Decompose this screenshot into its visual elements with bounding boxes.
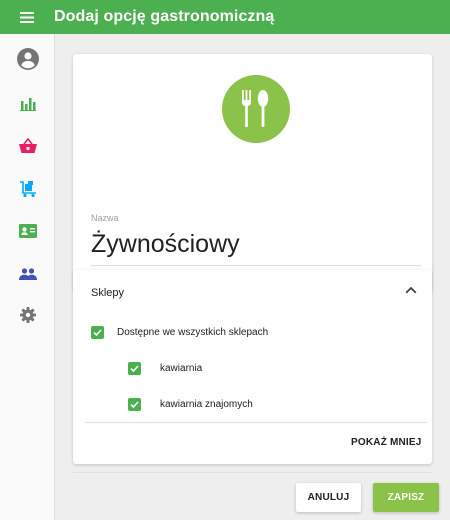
shop-label: kawiarnia <box>160 363 203 374</box>
option-icon-button[interactable] <box>222 75 290 143</box>
all-shops-label: Dostępne we wszystkich sklepach <box>117 327 269 338</box>
main-content: Nazwa Żywnościowy Sklepy Dostępne we wsz… <box>55 34 450 520</box>
sidebar-item-contacts[interactable] <box>0 213 55 249</box>
luggage-cart-icon <box>19 181 36 198</box>
footer-divider <box>73 472 432 473</box>
name-field-label: Nazwa <box>91 213 119 223</box>
shops-card: Sklepy Dostępne we wszystkich sklepach k… <box>73 270 432 464</box>
sidebar-item-statistics[interactable] <box>0 85 55 121</box>
check-icon <box>130 401 139 408</box>
shop-row: kawiarnia znajomych <box>128 398 253 411</box>
shop-checkbox[interactable] <box>128 362 141 375</box>
check-icon <box>130 365 139 372</box>
shops-section-header[interactable]: Sklepy <box>73 270 432 314</box>
chevron-up-icon <box>405 286 417 294</box>
shopping-basket-icon <box>18 138 37 153</box>
app-bar: Dodaj opcję gastronomiczną <box>0 0 450 34</box>
option-details-card: Nazwa Żywnościowy <box>73 54 432 291</box>
shop-checkbox[interactable] <box>128 398 141 411</box>
show-less-button[interactable]: POKAŻ MNIEJ <box>351 437 422 448</box>
name-field-underline <box>91 265 421 266</box>
name-field[interactable]: Żywnościowy <box>91 230 421 260</box>
food-cutlery-icon <box>242 90 269 127</box>
sidebar-item-orders[interactable] <box>0 128 55 164</box>
save-button[interactable]: ZAPISZ <box>373 483 439 512</box>
shop-row: kawiarnia <box>128 362 202 375</box>
check-icon <box>93 329 102 336</box>
menu-button[interactable] <box>0 0 54 34</box>
sidebar-item-account[interactable] <box>0 41 55 77</box>
contact-card-icon <box>18 224 37 238</box>
all-shops-row: Dostępne we wszystkich sklepach <box>91 326 268 339</box>
people-icon <box>18 268 37 280</box>
menu-icon <box>20 11 34 23</box>
shop-label: kawiarnia znajomych <box>160 399 253 410</box>
sidebar <box>0 34 55 520</box>
sidebar-item-settings[interactable] <box>0 297 55 333</box>
account-circle-icon <box>16 48 39 70</box>
shops-section-title: Sklepy <box>91 287 125 299</box>
bar-chart-icon <box>19 98 36 111</box>
sidebar-item-deliveries[interactable] <box>0 171 55 207</box>
page-title: Dodaj opcję gastronomiczną <box>54 8 275 25</box>
settings-icon <box>19 307 36 323</box>
cancel-button[interactable]: ANULUJ <box>296 483 361 512</box>
all-shops-checkbox[interactable] <box>91 326 104 339</box>
sidebar-item-users[interactable] <box>0 256 55 292</box>
shops-divider <box>85 422 427 423</box>
